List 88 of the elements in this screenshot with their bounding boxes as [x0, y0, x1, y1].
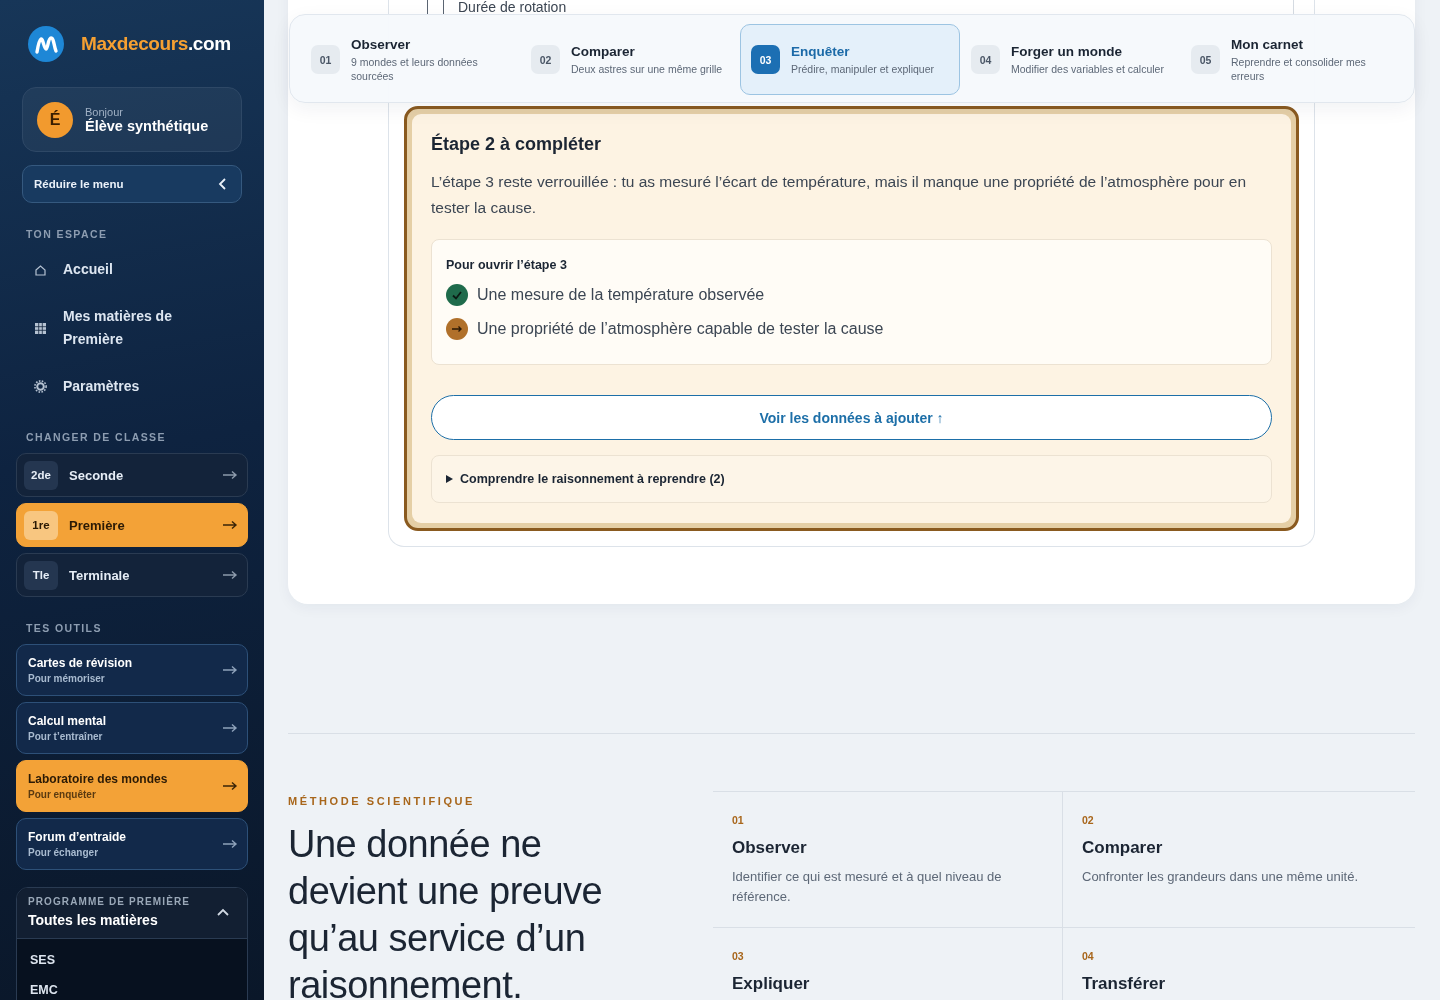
- step-tab[interactable]: 04 Forger un monde Modifier des variables et calculer: [960, 24, 1180, 95]
- show-data-button[interactable]: Voir les données à ajouter ↑: [431, 395, 1272, 440]
- alert-title: Étape 2 à compléter: [431, 134, 603, 155]
- step-number: 02: [531, 45, 560, 74]
- programme-eyebrow: PROGRAMME DE PREMIÈRE: [28, 896, 190, 907]
- step-tab[interactable]: 03 Enquêter Prédire, manipuler et expliquer: [740, 24, 960, 95]
- chevron-left-icon: [218, 177, 228, 191]
- arrow-right-icon: [222, 780, 238, 792]
- alert-text: L’étape 3 reste verrouillée : tu as mesuré l’écart de température, mais il manque une propriété de l’atmosphère pour en tester la cause.: [431, 172, 1248, 218]
- step-title: Comparer: [571, 43, 636, 59]
- step-title: Transférer: [1082, 974, 1167, 994]
- arrow-right-icon: [222, 519, 238, 531]
- tool-title: Cartes de révision: [28, 656, 134, 670]
- step-number: 04: [1082, 950, 1095, 962]
- step-number: 04: [971, 45, 1000, 74]
- step-tab[interactable]: 01 Observer 9 mondes et leurs données sourcées: [300, 24, 520, 95]
- class-badge: 2de: [24, 460, 58, 490]
- arrow-right-icon: [222, 838, 238, 850]
- step-number: 05: [1191, 45, 1220, 74]
- step-number: 03: [751, 45, 780, 74]
- section-label: TES OUTILS: [26, 622, 103, 634]
- section-heading: Une donnée ne devient une preuve qu’au service d’un raisonnement.: [288, 822, 604, 1000]
- step-title: Mon carnet: [1231, 36, 1304, 52]
- class-item[interactable]: 2de Seconde: [16, 453, 248, 497]
- arrow-right-icon: [222, 469, 238, 481]
- programme-header[interactable]: PROGRAMME DE PREMIÈRE Toutes les matières: [17, 888, 247, 939]
- tool-item[interactable]: Forum d’entraide Pour échanger: [16, 818, 248, 870]
- section-label: TON ESPACE: [26, 228, 109, 240]
- section-label: CHANGER DE CLASSE: [26, 431, 167, 443]
- class-badge: 1re: [24, 510, 58, 540]
- step-number: 02: [1082, 814, 1095, 826]
- row-label: Durée de rotation: [458, 0, 567, 14]
- tool-subtitle: Pour échanger: [28, 847, 100, 858]
- gear-icon: [34, 380, 47, 393]
- tool-subtitle: Pour t’entraîner: [28, 731, 104, 742]
- nav-item[interactable]: Mes matières de Première: [16, 297, 248, 359]
- step-title: Observer: [732, 838, 808, 858]
- requirement-text: Une mesure de la température observée: [477, 286, 765, 304]
- arrow-right-icon: [222, 569, 238, 581]
- class-item[interactable]: 1re Première: [16, 503, 248, 547]
- tool-title: Forum d’entraide: [28, 830, 127, 844]
- chevron-up-icon: [217, 908, 229, 916]
- step-description: Identifier ce qui est mesuré et à quel niveau de référence.: [732, 868, 1003, 906]
- home-icon: [34, 263, 47, 276]
- subject-item[interactable]: EMC: [17, 981, 247, 1000]
- step-number: 03: [732, 950, 745, 962]
- step-description: Prédire, manipuler et expliquer: [791, 61, 934, 76]
- subject-item[interactable]: SES: [17, 951, 247, 981]
- step-tab[interactable]: 05 Mon carnet Reprendre et consolider mes erreurs: [1180, 24, 1400, 95]
- grid-icon: [34, 321, 47, 335]
- step-description: 9 mondes et leurs données sourcées: [351, 54, 479, 83]
- step-description: Deux astres sur une même grille: [571, 61, 723, 76]
- tool-item[interactable]: Cartes de révision Pour mémoriser: [16, 644, 248, 696]
- arrow-right-icon: [222, 664, 238, 676]
- step-title: Forger un monde: [1011, 43, 1123, 59]
- tool-title: Laboratoire des mondes: [28, 772, 169, 786]
- triangle-right-icon: [445, 475, 453, 483]
- avatar: É: [37, 101, 73, 138]
- step-number: 01: [311, 45, 340, 74]
- step-title: Comparer: [1082, 838, 1164, 858]
- class-item[interactable]: Tle Terminale: [16, 553, 248, 597]
- arrow-right-icon: [222, 722, 238, 734]
- step-description: Confronter les grandeurs dans une même unité.: [1082, 868, 1360, 886]
- section-eyebrow: MÉTHODE SCIENTIFIQUE: [288, 795, 477, 807]
- logo-icon: [28, 25, 64, 62]
- tool-subtitle: Pour enquêter: [28, 789, 97, 800]
- tool-subtitle: Pour mémoriser: [28, 673, 106, 684]
- tool-item[interactable]: Laboratoire des mondes Pour enquêter: [16, 760, 248, 812]
- step-description: Modifier des variables et calculer: [1011, 61, 1164, 76]
- step-title: Expliquer: [732, 974, 811, 994]
- tool-title: Calcul mental: [28, 714, 108, 728]
- step-description: Reprendre et consolider mes erreurs: [1231, 54, 1367, 83]
- class-badge: Tle: [24, 560, 58, 590]
- nav-item[interactable]: Paramètres: [16, 367, 248, 406]
- greeting-text: Bonjour: [85, 105, 124, 118]
- nav-item[interactable]: Accueil: [16, 250, 248, 289]
- logo-text[interactable]: Maxdecours.com: [81, 32, 231, 55]
- step-title: Observer: [351, 36, 412, 52]
- collapse-menu-button[interactable]: Réduire le menu: [22, 165, 242, 203]
- tool-item[interactable]: Calcul mental Pour t’entraîner: [16, 702, 248, 754]
- requirement-text: Une propriété de l’atmosphère capable de tester la cause: [477, 320, 884, 338]
- requirements-heading: Pour ouvrir l’étape 3: [446, 258, 568, 272]
- step-title: Enquêter: [791, 43, 851, 59]
- step-number: 01: [732, 814, 745, 826]
- user-name: Élève synthétique: [85, 117, 209, 134]
- reasoning-disclosure[interactable]: Comprendre le raisonnement à reprendre (2): [431, 455, 1272, 503]
- programme-title: Toutes les matières: [28, 912, 159, 928]
- step-tab[interactable]: 02 Comparer Deux astres sur une même grille: [520, 24, 740, 95]
